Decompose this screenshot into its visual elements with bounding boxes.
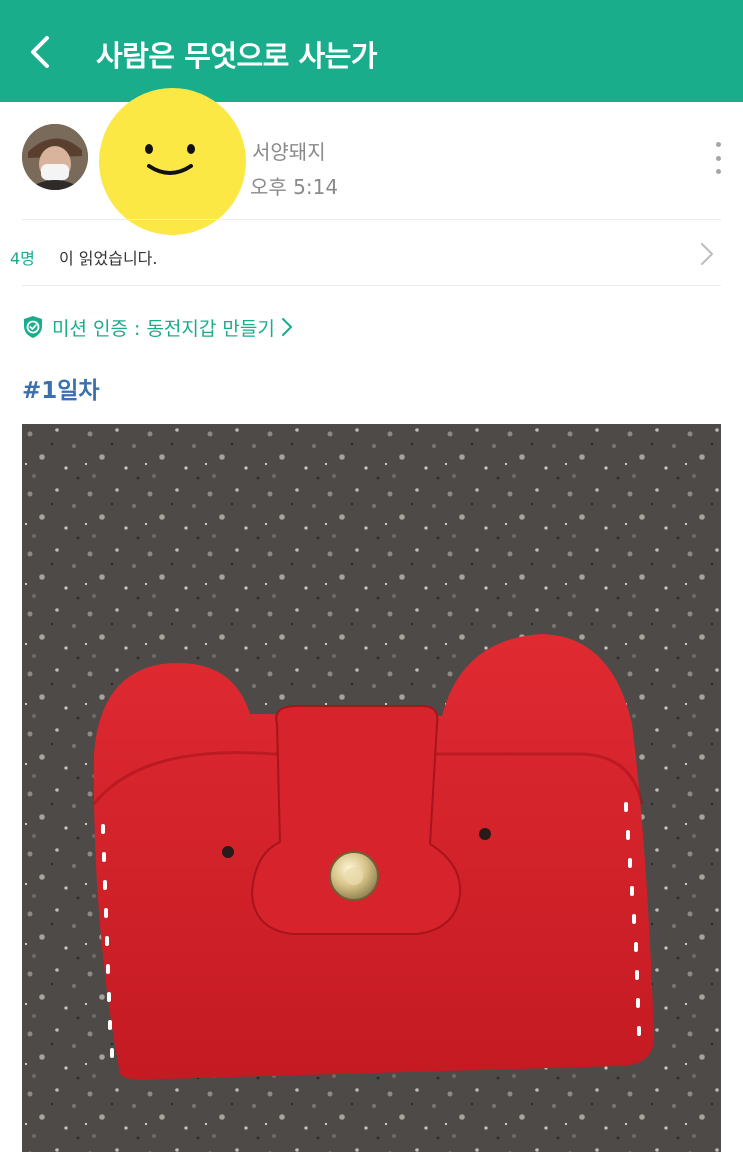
- avatar[interactable]: [22, 124, 88, 190]
- chevron-right-icon: [281, 318, 292, 336]
- author-nickname[interactable]: 서양돼지: [252, 136, 326, 165]
- more-options-button[interactable]: [708, 142, 728, 174]
- page-title: 사람은 무엇으로 사는가: [96, 39, 378, 73]
- app-bar: 사람은 무엇으로 사는가: [0, 0, 743, 102]
- more-vertical-icon: [715, 142, 721, 147]
- divider: [22, 285, 721, 286]
- divider: [22, 219, 721, 220]
- readers-label: 이 읽었습니다.: [59, 249, 158, 268]
- shield-check-icon: [24, 316, 42, 338]
- readers-count: 4명: [10, 249, 35, 268]
- back-button[interactable]: [22, 30, 58, 74]
- face-sticker: [99, 88, 246, 235]
- mission-label: 미션 인증 : 동전지갑 만들기: [52, 317, 275, 340]
- post-photo[interactable]: [22, 424, 721, 1152]
- post-time: 오후 5:14: [250, 175, 339, 199]
- chevron-right-icon: [701, 243, 713, 265]
- avatar-photo: [22, 124, 88, 190]
- chevron-left-icon: [31, 36, 49, 68]
- coin-purse-photo: [22, 424, 721, 1152]
- hashtag-link[interactable]: #1일차: [22, 371, 100, 405]
- mission-link[interactable]: 미션 인증 : 동전지갑 만들기: [22, 311, 293, 343]
